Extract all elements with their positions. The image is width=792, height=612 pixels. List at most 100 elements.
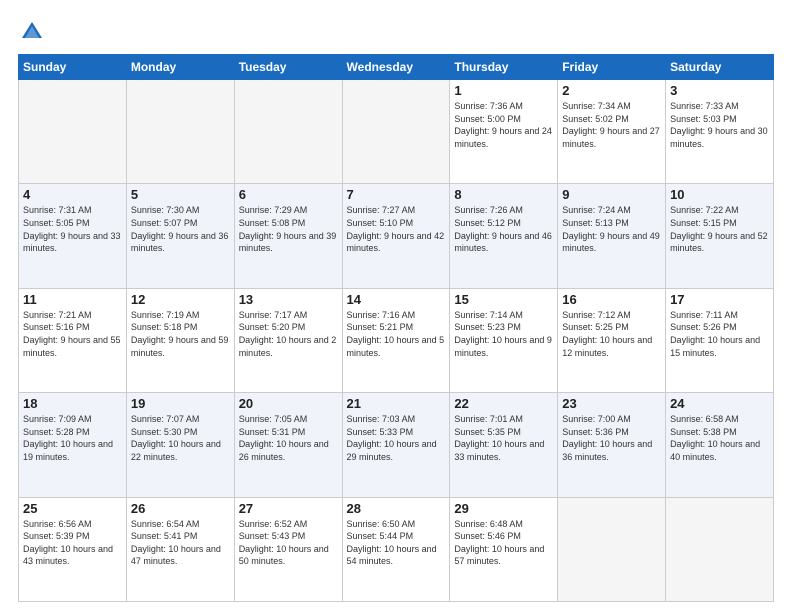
day-number: 7	[347, 187, 446, 202]
day-info: Sunrise: 7:26 AM Sunset: 5:12 PM Dayligh…	[454, 204, 553, 254]
calendar-cell	[342, 80, 450, 184]
calendar-week-row: 4 Sunrise: 7:31 AM Sunset: 5:05 PM Daylig…	[19, 184, 774, 288]
day-number: 10	[670, 187, 769, 202]
calendar-cell: 6 Sunrise: 7:29 AM Sunset: 5:08 PM Daylig…	[234, 184, 342, 288]
day-number: 3	[670, 83, 769, 98]
calendar-cell: 20Sunrise: 7:05 AM Sunset: 5:31 PM Dayli…	[234, 393, 342, 497]
calendar-cell: 26 Sunrise: 6:54 AM Sunset: 5:41 PM Dayli…	[126, 497, 234, 601]
day-number: 23	[562, 396, 661, 411]
day-number: 12	[131, 292, 230, 307]
calendar-cell: 5 Sunrise: 7:30 AM Sunset: 5:07 PM Daylig…	[126, 184, 234, 288]
day-of-week-header: Wednesday	[342, 55, 450, 80]
day-number: 14	[347, 292, 446, 307]
calendar-cell: 23 Sunrise: 7:00 AM Sunset: 5:36 PM Dayli…	[558, 393, 666, 497]
day-info: Sunrise: 7:34 AM Sunset: 5:02 PM Dayligh…	[562, 100, 661, 150]
calendar-cell: 7 Sunrise: 7:27 AM Sunset: 5:10 PM Daylig…	[342, 184, 450, 288]
day-of-week-header: Friday	[558, 55, 666, 80]
day-number: 4	[23, 187, 122, 202]
day-number: 18	[23, 396, 122, 411]
day-info: Sunrise: 7:09 AM Sunset: 5:28 PM Dayligh…	[23, 413, 122, 463]
day-info: Sunrise: 7:27 AM Sunset: 5:10 PM Dayligh…	[347, 204, 446, 254]
day-number: 29	[454, 501, 553, 516]
day-number: 28	[347, 501, 446, 516]
calendar-cell	[19, 80, 127, 184]
day-info: Sunrise: 7:11 AM Sunset: 5:26 PM Dayligh…	[670, 309, 769, 359]
day-info: Sunrise: 6:54 AM Sunset: 5:41 PM Dayligh…	[131, 518, 230, 568]
day-info: Sunrise: 7:03 AM Sunset: 5:33 PM Dayligh…	[347, 413, 446, 463]
calendar-cell: 24 Sunrise: 6:58 AM Sunset: 5:38 PM Dayli…	[666, 393, 774, 497]
logo	[18, 18, 50, 46]
day-info: Sunrise: 7:30 AM Sunset: 5:07 PM Dayligh…	[131, 204, 230, 254]
calendar-cell: 10 Sunrise: 7:22 AM Sunset: 5:15 PM Dayli…	[666, 184, 774, 288]
calendar-cell: 3 Sunrise: 7:33 AM Sunset: 5:03 PM Daylig…	[666, 80, 774, 184]
calendar-body: 1 Sunrise: 7:36 AM Sunset: 5:00 PM Daylig…	[19, 80, 774, 602]
day-info: Sunrise: 7:31 AM Sunset: 5:05 PM Dayligh…	[23, 204, 122, 254]
day-number: 19	[131, 396, 230, 411]
day-number: 24	[670, 396, 769, 411]
calendar-week-row: 11 Sunrise: 7:21 AM Sunset: 5:16 PM Dayli…	[19, 288, 774, 392]
day-number: 22	[454, 396, 553, 411]
day-number: 5	[131, 187, 230, 202]
calendar-week-row: 18 Sunrise: 7:09 AM Sunset: 5:28 PM Dayli…	[19, 393, 774, 497]
day-info: Sunrise: 7:17 AM Sunset: 5:20 PM Dayligh…	[239, 309, 338, 359]
calendar-cell	[558, 497, 666, 601]
calendar-cell: 25 Sunrise: 6:56 AM Sunset: 5:39 PM Dayli…	[19, 497, 127, 601]
day-of-week-header: Tuesday	[234, 55, 342, 80]
calendar-cell: 17 Sunrise: 7:11 AM Sunset: 5:26 PM Dayli…	[666, 288, 774, 392]
day-of-week-header: Saturday	[666, 55, 774, 80]
calendar-cell: 21 Sunrise: 7:03 AM Sunset: 5:33 PM Dayli…	[342, 393, 450, 497]
day-of-week-header: Sunday	[19, 55, 127, 80]
day-number: 9	[562, 187, 661, 202]
calendar-cell: 19 Sunrise: 7:07 AM Sunset: 5:30 PM Dayli…	[126, 393, 234, 497]
day-number: 6	[239, 187, 338, 202]
day-number: 25	[23, 501, 122, 516]
calendar-cell: 28 Sunrise: 6:50 AM Sunset: 5:44 PM Dayli…	[342, 497, 450, 601]
day-info: Sunrise: 7:12 AM Sunset: 5:25 PM Dayligh…	[562, 309, 661, 359]
day-of-week-header: Monday	[126, 55, 234, 80]
day-number: 16	[562, 292, 661, 307]
day-number: 13	[239, 292, 338, 307]
calendar-cell: 12 Sunrise: 7:19 AM Sunset: 5:18 PM Dayli…	[126, 288, 234, 392]
day-number: 2	[562, 83, 661, 98]
day-info: Sunrise: 7:21 AM Sunset: 5:16 PM Dayligh…	[23, 309, 122, 359]
day-info: Sunrise: 7:19 AM Sunset: 5:18 PM Dayligh…	[131, 309, 230, 359]
calendar-cell: 22 Sunrise: 7:01 AM Sunset: 5:35 PM Dayli…	[450, 393, 558, 497]
calendar-cell: 4 Sunrise: 7:31 AM Sunset: 5:05 PM Daylig…	[19, 184, 127, 288]
day-info: Sunrise: 7:36 AM Sunset: 5:00 PM Dayligh…	[454, 100, 553, 150]
day-number: 11	[23, 292, 122, 307]
calendar-cell: 1 Sunrise: 7:36 AM Sunset: 5:00 PM Daylig…	[450, 80, 558, 184]
calendar-cell: 13 Sunrise: 7:17 AM Sunset: 5:20 PM Dayli…	[234, 288, 342, 392]
calendar-cell: 18 Sunrise: 7:09 AM Sunset: 5:28 PM Dayli…	[19, 393, 127, 497]
calendar-cell: 2 Sunrise: 7:34 AM Sunset: 5:02 PM Daylig…	[558, 80, 666, 184]
day-info: Sunrise: 7:29 AM Sunset: 5:08 PM Dayligh…	[239, 204, 338, 254]
calendar-cell	[126, 80, 234, 184]
calendar-cell: 8Sunrise: 7:26 AM Sunset: 5:12 PM Daylig…	[450, 184, 558, 288]
calendar-cell: 15 Sunrise: 7:14 AM Sunset: 5:23 PM Dayli…	[450, 288, 558, 392]
day-info: Sunrise: 6:50 AM Sunset: 5:44 PM Dayligh…	[347, 518, 446, 568]
calendar-week-row: 25 Sunrise: 6:56 AM Sunset: 5:39 PM Dayli…	[19, 497, 774, 601]
day-info: Sunrise: 7:07 AM Sunset: 5:30 PM Dayligh…	[131, 413, 230, 463]
day-info: Sunrise: 6:52 AM Sunset: 5:43 PM Dayligh…	[239, 518, 338, 568]
day-info: Sunrise: 7:22 AM Sunset: 5:15 PM Dayligh…	[670, 204, 769, 254]
day-info: Sunrise: 7:00 AM Sunset: 5:36 PM Dayligh…	[562, 413, 661, 463]
calendar-cell: 29 Sunrise: 6:48 AM Sunset: 5:46 PM Dayli…	[450, 497, 558, 601]
day-number: 1	[454, 83, 553, 98]
calendar-page: SundayMondayTuesdayWednesdayThursdayFrid…	[0, 0, 792, 612]
day-number: 15	[454, 292, 553, 307]
day-info: Sunrise: 6:56 AM Sunset: 5:39 PM Dayligh…	[23, 518, 122, 568]
day-number: 17	[670, 292, 769, 307]
day-info: Sunrise: 7:14 AM Sunset: 5:23 PM Dayligh…	[454, 309, 553, 359]
day-info: Sunrise: 7:05 AM Sunset: 5:31 PM Dayligh…	[239, 413, 338, 463]
calendar-cell: 16 Sunrise: 7:12 AM Sunset: 5:25 PM Dayli…	[558, 288, 666, 392]
day-info: Sunrise: 7:16 AM Sunset: 5:21 PM Dayligh…	[347, 309, 446, 359]
day-info: Sunrise: 6:48 AM Sunset: 5:46 PM Dayligh…	[454, 518, 553, 568]
day-info: Sunrise: 7:33 AM Sunset: 5:03 PM Dayligh…	[670, 100, 769, 150]
calendar-cell: 9Sunrise: 7:24 AM Sunset: 5:13 PM Daylig…	[558, 184, 666, 288]
day-number: 21	[347, 396, 446, 411]
calendar-cell: 14 Sunrise: 7:16 AM Sunset: 5:21 PM Dayli…	[342, 288, 450, 392]
day-info: Sunrise: 6:58 AM Sunset: 5:38 PM Dayligh…	[670, 413, 769, 463]
calendar-table: SundayMondayTuesdayWednesdayThursdayFrid…	[18, 54, 774, 602]
calendar-cell	[666, 497, 774, 601]
day-info: Sunrise: 7:01 AM Sunset: 5:35 PM Dayligh…	[454, 413, 553, 463]
day-number: 26	[131, 501, 230, 516]
